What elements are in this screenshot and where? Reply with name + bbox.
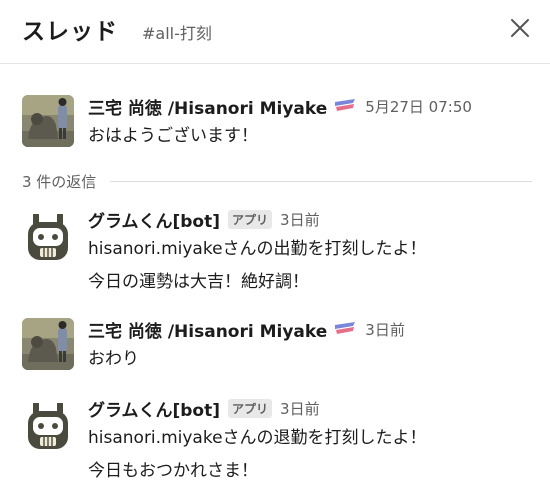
message-text: 今日もおつかれさま！ [88, 461, 258, 481]
avatar[interactable] [24, 210, 76, 262]
message-header: グラムくん[bot] アプリ 3日前 [88, 396, 320, 421]
avatar[interactable] [22, 318, 74, 370]
author-name[interactable]: グラムくん[bot] [88, 207, 220, 232]
message-text: 今日の運勢は大吉！絶好調！ [88, 272, 309, 292]
user-photo-avatar [22, 318, 74, 370]
close-button[interactable] [508, 16, 532, 40]
author-name[interactable]: 三宅 尚徳 /Hisanori Miyake [88, 94, 327, 119]
message-timestamp[interactable]: 3日前 [365, 319, 405, 340]
avatar[interactable] [24, 399, 76, 451]
message-timestamp[interactable]: 5月27日 07:50 [365, 96, 472, 117]
divider-line [110, 180, 532, 182]
replies-divider: 3 件の返信 [22, 170, 532, 192]
app-badge: アプリ [228, 209, 273, 229]
app-badge: アプリ [228, 398, 273, 418]
robot-avatar [28, 403, 68, 449]
channel-link[interactable]: #all-打刻 [142, 20, 212, 44]
reply-count: 3 件の返信 [22, 172, 97, 191]
message-timestamp[interactable]: 3日前 [280, 398, 320, 419]
message-text: hisanori.miyakeさんの出勤を打刻したよ！ [88, 239, 427, 259]
message-text: おわり [88, 349, 139, 369]
thread-header: スレッド #all-打刻 [0, 0, 550, 64]
status-emoji-icon[interactable] [333, 98, 357, 114]
thread-title: スレッド [22, 19, 118, 45]
avatar[interactable] [22, 95, 74, 147]
message-header: 三宅 尚徳 /Hisanori Miyake 5月27日 07:50 [88, 94, 472, 119]
message-text: hisanori.miyakeさんの退勤を打刻したよ！ [88, 428, 427, 448]
status-emoji-icon[interactable] [333, 321, 357, 337]
message-header: グラムくん[bot] アプリ 3日前 [88, 207, 320, 232]
author-name[interactable]: 三宅 尚徳 /Hisanori Miyake [88, 317, 327, 342]
message-timestamp[interactable]: 3日前 [280, 209, 320, 230]
robot-avatar [28, 214, 68, 260]
author-name[interactable]: グラムくん[bot] [88, 396, 220, 421]
message-header: 三宅 尚徳 /Hisanori Miyake 3日前 [88, 317, 405, 342]
close-icon[interactable] [508, 16, 532, 40]
message-text: おはようございます！ [88, 126, 258, 146]
user-photo-avatar [22, 95, 74, 147]
